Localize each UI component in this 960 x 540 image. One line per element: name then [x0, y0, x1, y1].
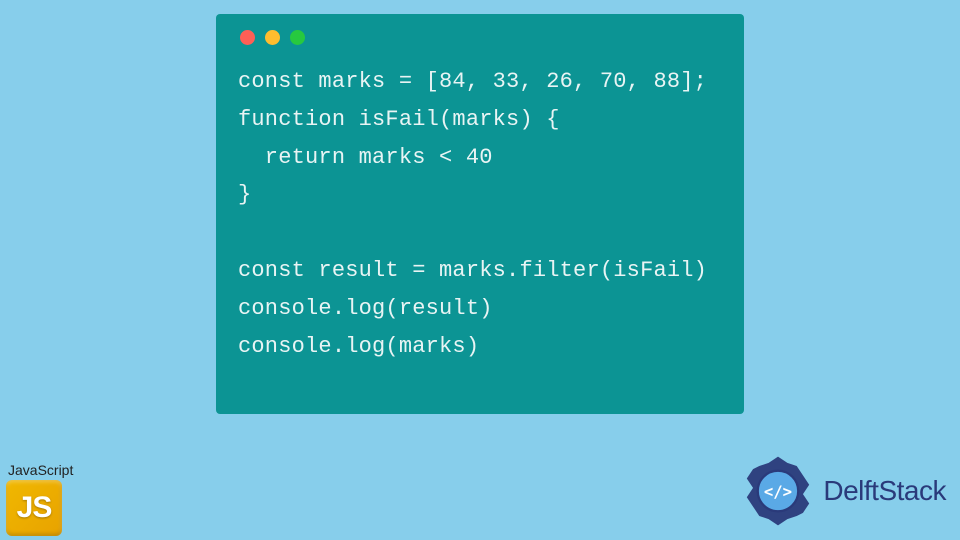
brand-name: DelftStack: [823, 475, 946, 507]
traffic-lights: [240, 30, 722, 45]
code-block: const marks = [84, 33, 26, 70, 88]; func…: [238, 63, 722, 366]
brand-delftstack: </> DelftStack: [739, 452, 946, 530]
minimize-icon: [265, 30, 280, 45]
javascript-icon: JS: [6, 480, 62, 536]
delftstack-logo-icon: </>: [739, 452, 817, 530]
javascript-icon-text: JS: [17, 491, 52, 525]
maximize-icon: [290, 30, 305, 45]
javascript-label: JavaScript: [8, 462, 73, 478]
javascript-badge: JavaScript JS: [6, 462, 73, 536]
close-icon: [240, 30, 255, 45]
code-window: const marks = [84, 33, 26, 70, 88]; func…: [216, 14, 744, 414]
svg-text:</>: </>: [764, 483, 792, 501]
